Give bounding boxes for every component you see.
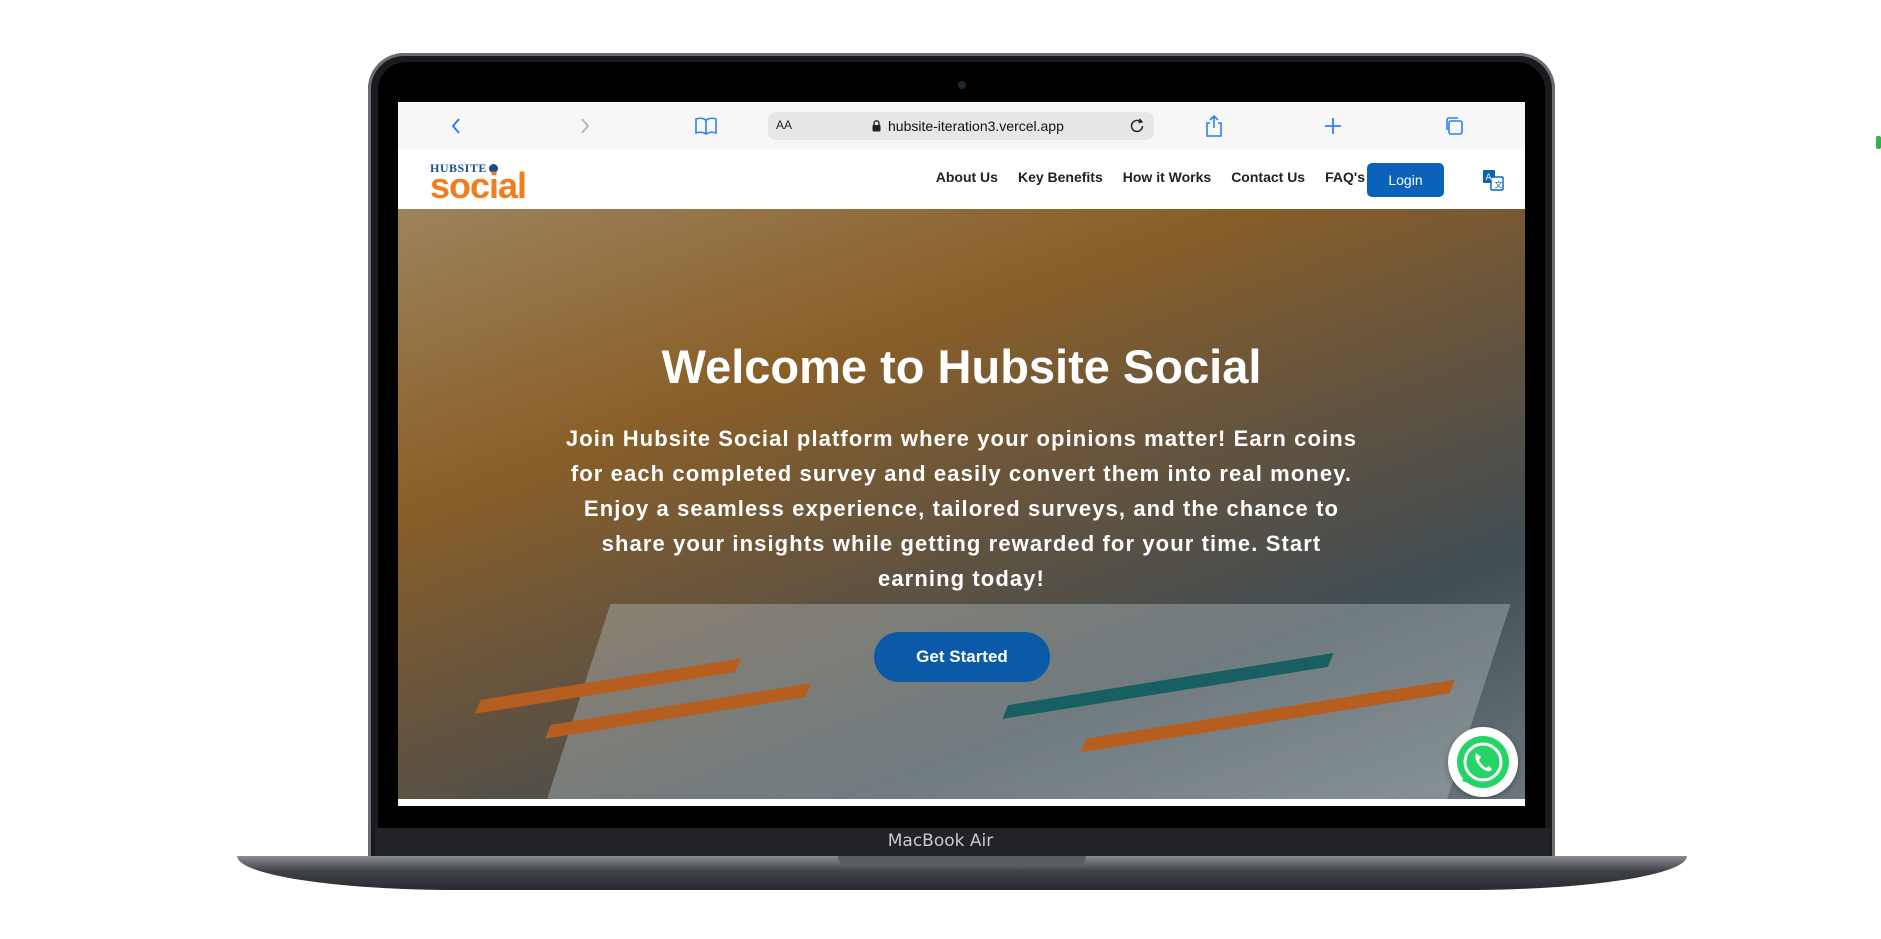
hero-description: Join Hubsite Social platform where your … — [565, 426, 1358, 591]
nav-how-it-works[interactable]: How it Works — [1123, 169, 1211, 185]
browser-toolbar: AA hubsite-iteration3.vercel.app — [398, 102, 1525, 150]
forward-icon — [581, 118, 590, 134]
reload-icon[interactable] — [1128, 117, 1146, 135]
site-header: HUBSITE social About Us Key Benefits How… — [398, 149, 1525, 209]
bookmarks-button[interactable] — [691, 111, 721, 141]
reader-aa-button[interactable]: AA — [776, 118, 792, 132]
back-button[interactable] — [441, 111, 471, 141]
hero-title: Welcome to Hubsite Social — [661, 340, 1262, 393]
whatsapp-icon — [1457, 736, 1509, 788]
browser-screen: AA hubsite-iteration3.vercel.app HUBSITE… — [398, 102, 1525, 806]
lock-icon — [872, 120, 881, 132]
nav-faqs[interactable]: FAQ's — [1325, 169, 1365, 185]
translate-icon[interactable]: A 文 — [1482, 169, 1504, 191]
whatsapp-chat-button[interactable] — [1448, 727, 1518, 797]
edge-marker — [1876, 136, 1881, 149]
main-nav: About Us Key Benefits How it Works Conta… — [936, 169, 1365, 185]
camera — [958, 81, 966, 89]
new-tab-button[interactable] — [1318, 111, 1348, 141]
tabs-overview-button[interactable] — [1439, 111, 1469, 141]
new-tab-icon — [1325, 118, 1341, 134]
svg-text:A: A — [1486, 173, 1493, 183]
share-button[interactable] — [1199, 111, 1229, 141]
nav-key-benefits[interactable]: Key Benefits — [1018, 169, 1103, 185]
nav-about-us[interactable]: About Us — [936, 169, 998, 185]
back-icon — [451, 118, 460, 134]
forward-button[interactable] — [570, 111, 600, 141]
share-icon — [1206, 115, 1222, 137]
svg-text:文: 文 — [1495, 180, 1503, 190]
bookmarks-icon — [695, 117, 717, 135]
tabs-icon — [1446, 117, 1463, 135]
hubsite-social-logo[interactable]: HUBSITE social — [430, 161, 540, 206]
laptop-notch — [838, 856, 1086, 866]
get-started-button[interactable]: Get Started — [874, 632, 1050, 682]
login-button[interactable]: Login — [1367, 163, 1444, 197]
device-label: MacBook Air — [887, 831, 994, 851]
logo-main-text: social — [430, 165, 527, 206]
hero-section: Welcome to Hubsite Social Join Hubsite S… — [398, 209, 1525, 799]
page-bottom-strip — [398, 799, 1525, 806]
address-bar[interactable]: AA hubsite-iteration3.vercel.app — [768, 112, 1154, 140]
nav-contact-us[interactable]: Contact Us — [1231, 169, 1305, 185]
url-text: hubsite-iteration3.vercel.app — [888, 118, 1064, 134]
